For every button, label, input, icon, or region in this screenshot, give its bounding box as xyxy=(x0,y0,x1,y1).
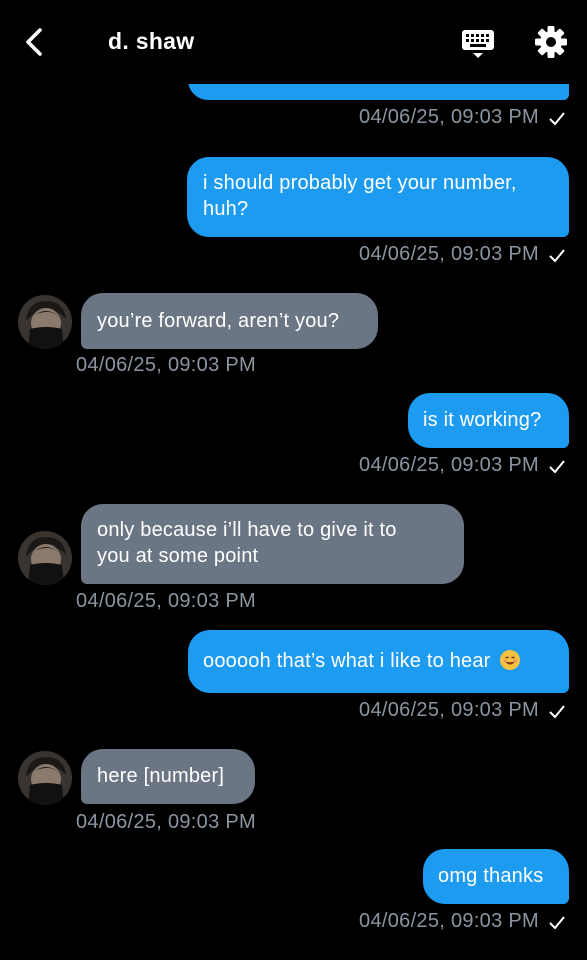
contact-name[interactable]: d. shaw xyxy=(108,28,194,55)
message-text-line: only because i’ll have to give it to xyxy=(97,519,397,541)
message-bubble-incoming[interactable]: here [number] xyxy=(81,749,255,804)
avatar[interactable] xyxy=(18,295,72,349)
gear-icon[interactable] xyxy=(533,24,569,60)
read-check-icon xyxy=(549,249,565,263)
message-bubble-outgoing[interactable]: omg thanks xyxy=(423,849,569,904)
message-timestamp: 04/06/25, 09:03 PM xyxy=(359,910,539,932)
message-timestamp: 04/06/25, 09:03 PM xyxy=(76,590,256,612)
message-timestamp: 04/06/25, 09:03 PM xyxy=(359,243,539,265)
message-bubble-incoming[interactable]: only because i’ll have to give it to you… xyxy=(81,504,464,584)
message-timestamp: 04/06/25, 09:03 PM xyxy=(359,106,539,128)
message-text: oooooh that’s what i like to hear xyxy=(203,650,491,672)
message-text: omg thanks xyxy=(438,865,544,887)
message-text-line: you at some point xyxy=(97,545,259,567)
message-bubble-outgoing[interactable]: i should probably get your number, huh? xyxy=(187,157,569,237)
back-chevron-icon[interactable] xyxy=(18,24,54,60)
avatar[interactable] xyxy=(18,531,72,585)
message-text-line: i should probably get your number, xyxy=(203,172,517,194)
message-timestamp: 04/06/25, 09:03 PM xyxy=(76,811,256,833)
keyboard-icon[interactable] xyxy=(461,26,495,60)
message-bubble-outgoing[interactable]: oooooh that’s what i like to hear xyxy=(188,630,569,693)
read-check-icon xyxy=(549,460,565,474)
message-timestamp: 04/06/25, 09:03 PM xyxy=(359,699,539,721)
chat-header: d. shaw xyxy=(0,0,587,84)
message-text: you’re forward, aren’t you? xyxy=(97,310,340,332)
read-check-icon xyxy=(549,705,565,719)
message-text: is it working? xyxy=(423,409,542,431)
message-timestamp: 04/06/25, 09:03 PM xyxy=(76,354,256,376)
message-bubble-outgoing[interactable]: is it working? xyxy=(408,393,569,448)
message-text: here [number] xyxy=(97,765,225,787)
smiling-face-emoji-icon xyxy=(500,650,521,670)
message-timestamp: 04/06/25, 09:03 PM xyxy=(359,454,539,476)
read-check-icon xyxy=(549,112,565,126)
message-bubble-incoming[interactable]: you’re forward, aren’t you? xyxy=(81,293,378,349)
message-text-line: huh? xyxy=(203,198,249,220)
avatar[interactable] xyxy=(18,751,72,805)
read-check-icon xyxy=(549,916,565,930)
